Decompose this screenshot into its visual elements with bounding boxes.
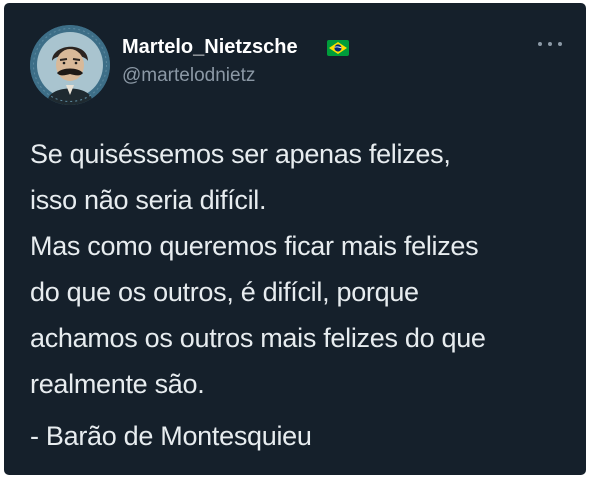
more-dot-icon bbox=[558, 42, 562, 46]
brazil-flag-icon bbox=[327, 40, 349, 56]
tweet-text-line: isso não seria difícil. bbox=[30, 185, 267, 215]
more-dot-icon bbox=[538, 42, 542, 46]
nietzsche-portrait-icon bbox=[30, 25, 110, 105]
tweet-card[interactable]: Martelo_Nietzsche @martelodnietz Se quis… bbox=[4, 3, 586, 475]
tweet-text-line: realmente são. bbox=[30, 369, 205, 399]
tweet-text-line: Mas como queremos ficar mais felizes bbox=[30, 231, 479, 261]
avatar[interactable] bbox=[30, 25, 110, 105]
more-options-icon[interactable] bbox=[538, 37, 562, 51]
author-handle[interactable]: @martelodnietz bbox=[122, 65, 255, 87]
quote-attribution: - Barão de Montesquieu bbox=[30, 421, 312, 451]
more-dot-icon bbox=[548, 42, 552, 46]
tweet-text: Se quiséssemos ser apenas felizes, isso … bbox=[30, 131, 580, 407]
tweet-text-line: do que os outros, é difícil, porque bbox=[30, 277, 419, 307]
tweet-text-line: Se quiséssemos ser apenas felizes, bbox=[30, 139, 451, 169]
author-display-name[interactable]: Martelo_Nietzsche bbox=[122, 36, 298, 59]
tweet-text-line: achamos os outros mais felizes do que bbox=[30, 323, 486, 353]
